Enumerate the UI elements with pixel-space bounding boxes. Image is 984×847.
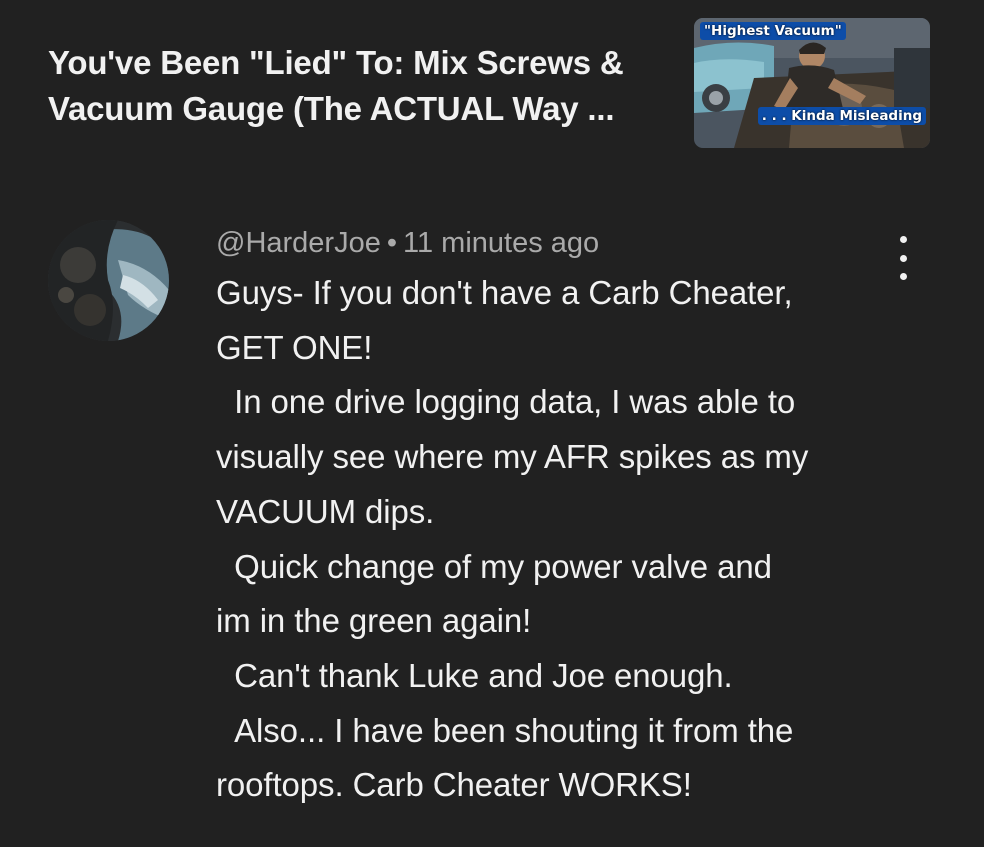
thumbnail-caption-bottom: . . . Kinda Misleading	[757, 107, 926, 125]
comment-body: Guys- If you don't have a Carb Cheater, …	[216, 266, 916, 813]
comment-line: Also... I have been shouting it from the	[216, 711, 794, 749]
menu-dot	[899, 273, 907, 280]
comment-line: Quick change of my power valve and	[216, 547, 772, 585]
comment-time: 11 minutes ago	[403, 227, 600, 259]
video-title[interactable]: You've Been "Lied" To: Mix Screws & Vacu…	[48, 40, 678, 132]
comment-author[interactable]: @HarderJoe	[216, 227, 381, 259]
comment-line: rooftops. Carb Cheater WORKS!	[216, 766, 692, 804]
comment-line: GET ONE!	[216, 328, 373, 366]
meta-separator: •	[386, 227, 397, 259]
comment-line: im in the green again!	[216, 602, 532, 640]
comment-meta: @HarderJoe • 11 minutes ago	[216, 222, 916, 264]
comment-line: visually see where my AFR spikes as my	[216, 438, 809, 476]
comment-line: Guys- If you don't have a Carb Cheater,	[216, 274, 793, 311]
comment-line: VACUUM dips.	[216, 492, 435, 530]
video-thumbnail[interactable]: "Highest Vacuum" . . . Kinda Misleading	[694, 18, 930, 148]
menu-dot	[899, 254, 907, 262]
comment-line: In one drive logging data, I was able to	[216, 383, 796, 421]
comment: @HarderJoe • 11 minutes ago Guys- If you d…	[216, 222, 916, 813]
avatar[interactable]	[48, 220, 169, 341]
video-title-line-1: You've Been "Lied" To: Mix Screws &	[48, 44, 624, 81]
comment-screen: You've Been "Lied" To: Mix Screws & Vacu…	[0, 0, 984, 847]
more-vert-icon[interactable]	[888, 236, 918, 280]
avatar-image	[48, 220, 169, 341]
menu-dot	[899, 236, 907, 243]
comment-line: Can't thank Luke and Joe enough.	[216, 656, 733, 694]
thumbnail-caption-top: "Highest Vacuum"	[700, 22, 846, 40]
video-title-line-2: Vacuum Gauge (The ACTUAL Way ...	[48, 90, 615, 127]
